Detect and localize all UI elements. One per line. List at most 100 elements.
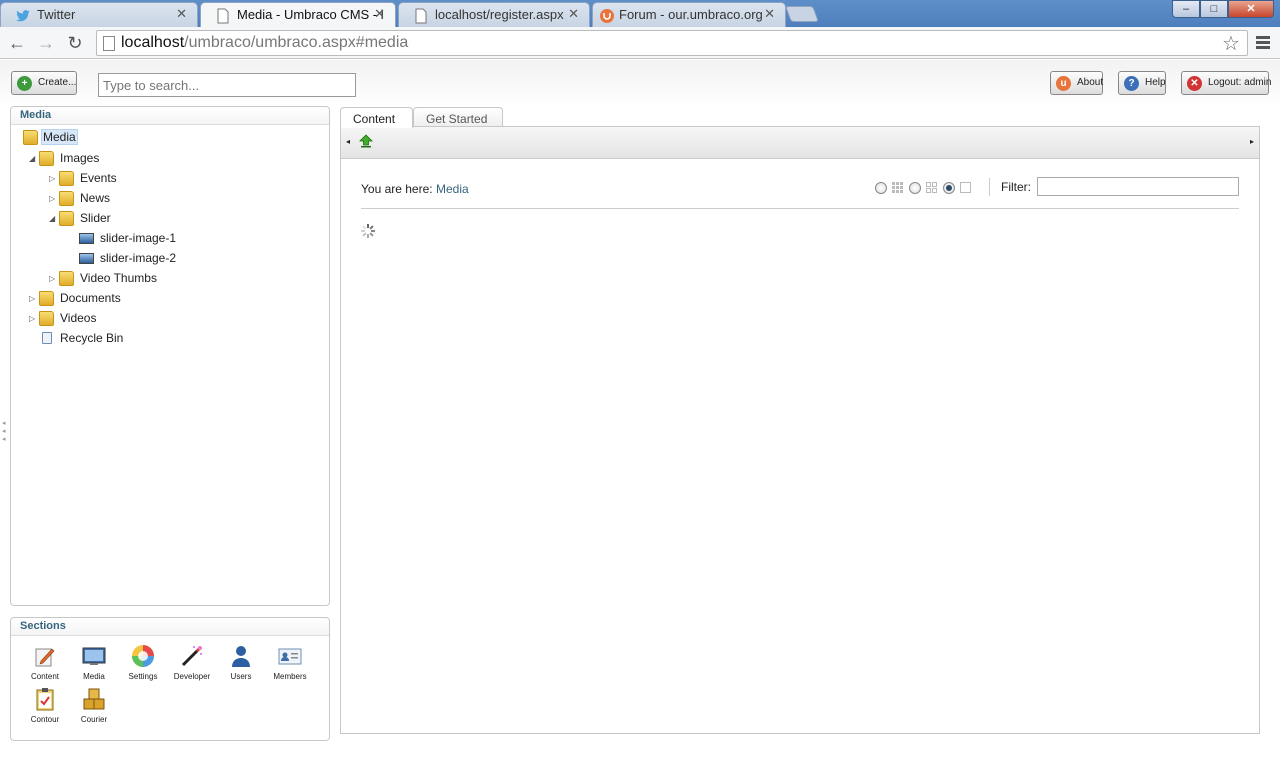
expand-arrow-icon[interactable]: ▷ <box>49 194 57 203</box>
about-button[interactable]: u About <box>1050 71 1103 95</box>
folder-icon <box>59 211 74 226</box>
close-window-button[interactable]: ✕ <box>1228 0 1274 18</box>
logout-button[interactable]: ✕ Logout: admin <box>1181 71 1272 95</box>
view-radio-large[interactable] <box>909 182 921 194</box>
folder-icon <box>39 311 54 326</box>
scroll-left-arrow-icon[interactable]: ◂ <box>346 137 350 146</box>
large-grid-icon <box>926 182 937 193</box>
expand-arrow-icon[interactable]: ▷ <box>29 294 37 303</box>
tab-twitter[interactable]: Twitter ✕ <box>0 2 198 27</box>
toolbar-divider <box>989 178 990 196</box>
courier-boxes-icon <box>83 688 105 710</box>
panel-title: Media <box>11 107 329 125</box>
upload-arrow-icon[interactable] <box>359 134 373 148</box>
content-panel: ◂ ▸ You are here: Media Filter: <box>340 126 1260 734</box>
folder-icon <box>59 191 74 206</box>
developer-wand-icon <box>181 646 202 667</box>
section-content[interactable]: Content <box>21 644 69 681</box>
umbraco-header: + Create... u About ? Help ✕ Logout: adm… <box>0 60 1280 106</box>
filter-input[interactable] <box>1037 177 1239 196</box>
help-label: Help <box>1145 77 1166 88</box>
tab-media-umbraco[interactable]: Media - Umbraco CMS - l ✕ <box>200 2 396 27</box>
help-button[interactable]: ? Help <box>1118 71 1166 95</box>
image-icon <box>79 253 94 264</box>
page-icon <box>103 36 115 51</box>
view-radio-thumbnails[interactable] <box>875 182 887 194</box>
tab-close-icon[interactable]: ✕ <box>176 6 187 22</box>
tab-get-started[interactable]: Get Started <box>413 107 503 127</box>
breadcrumb-prefix: You are here: <box>361 182 433 196</box>
panel-title: Sections <box>11 618 329 636</box>
tab-title: Twitter <box>37 7 76 22</box>
forward-arrow-icon[interactable]: → <box>35 32 57 54</box>
url-path: /umbraco/umbraco.aspx#media <box>184 34 409 51</box>
tab-close-icon[interactable]: ✕ <box>764 6 775 22</box>
search-input[interactable] <box>98 73 356 97</box>
umbraco-logo-icon: u <box>1056 76 1071 91</box>
back-arrow-icon[interactable]: ← <box>6 32 28 54</box>
umbraco-logo-icon <box>600 9 614 23</box>
thumbnail-grid-icon <box>892 182 903 193</box>
section-developer[interactable]: Developer <box>168 644 216 681</box>
tab-close-icon[interactable]: ✕ <box>568 6 579 22</box>
expand-arrow-icon[interactable]: ◢ <box>29 154 37 163</box>
tab-forum[interactable]: Forum - our.umbraco.org ✕ <box>592 2 786 27</box>
address-bar[interactable]: localhost/umbraco/umbraco.aspx#media <box>96 30 1248 56</box>
section-contour[interactable]: Contour <box>21 687 69 724</box>
expand-arrow-icon[interactable]: ▷ <box>49 274 57 283</box>
tab-register[interactable]: localhost/register.aspx ✕ <box>398 2 590 27</box>
plus-icon: + <box>17 76 32 91</box>
view-radio-list[interactable] <box>943 182 955 194</box>
breadcrumb: You are here: Media <box>361 182 469 196</box>
content-toolbar: ◂ ▸ <box>341 127 1259 159</box>
folder-icon <box>59 271 74 286</box>
tab-close-icon[interactable]: ✕ <box>374 6 385 22</box>
page-icon <box>217 8 229 24</box>
browser-toolbar: ← → ↻ localhost/umbraco/umbraco.aspx#med… <box>0 27 1280 59</box>
page-icon <box>415 8 427 24</box>
browser-menu-icon[interactable] <box>1256 36 1270 51</box>
create-button[interactable]: + Create... <box>11 71 77 95</box>
recycle-bin-icon <box>42 332 52 344</box>
scroll-right-arrow-icon[interactable]: ▸ <box>1250 137 1254 146</box>
panel-resize-grip[interactable]: ◂ ◂ ◂ <box>2 420 6 444</box>
breadcrumb-current[interactable]: Media <box>436 182 469 196</box>
view-options <box>875 181 985 195</box>
content-divider <box>361 208 1239 209</box>
contour-clipboard-icon <box>36 688 54 711</box>
new-tab-button[interactable] <box>785 6 819 22</box>
media-tree-panel: Media Media ◢ Images ▷ Events ▷ News ◢ S… <box>10 106 330 606</box>
reload-icon[interactable]: ↻ <box>64 32 86 54</box>
image-icon <box>79 233 94 244</box>
window-controls: – □ ✕ <box>1172 0 1274 18</box>
expand-arrow-icon[interactable]: ▷ <box>49 174 57 183</box>
section-members[interactable]: Members <box>266 644 314 681</box>
url-host: localhost <box>121 34 185 51</box>
tab-title: Media - Umbraco CMS - l <box>237 7 384 22</box>
section-courier[interactable]: Courier <box>70 687 118 724</box>
folder-icon <box>23 130 38 145</box>
list-view-icon <box>960 182 971 193</box>
bookmark-star-icon[interactable]: ☆ <box>1222 31 1240 56</box>
users-person-icon <box>232 646 250 667</box>
expand-arrow-icon[interactable]: ◢ <box>49 214 57 223</box>
expand-arrow-icon[interactable]: ▷ <box>29 314 37 323</box>
folder-icon <box>59 171 74 186</box>
members-card-icon <box>278 648 302 665</box>
sections-panel: Sections Content Media Settings Develope… <box>10 617 330 741</box>
section-media[interactable]: Media <box>70 644 118 681</box>
tab-title: Forum - our.umbraco.org <box>619 7 763 22</box>
section-users[interactable]: Users <box>217 644 265 681</box>
settings-colorwheel-icon <box>132 645 154 667</box>
media-monitor-icon <box>82 647 106 665</box>
maximize-button[interactable]: □ <box>1200 0 1228 18</box>
create-label: Create... <box>38 77 77 88</box>
browser-tab-strip: Twitter ✕ Media - Umbraco CMS - l ✕ loca… <box>0 0 1280 27</box>
logout-label: Logout: admin <box>1208 77 1272 88</box>
loading-spinner-icon <box>361 224 375 238</box>
help-icon: ? <box>1124 76 1139 91</box>
tab-content[interactable]: Content <box>340 107 413 128</box>
section-settings[interactable]: Settings <box>119 644 167 681</box>
content-pencil-icon <box>35 648 55 667</box>
minimize-button[interactable]: – <box>1172 0 1200 18</box>
